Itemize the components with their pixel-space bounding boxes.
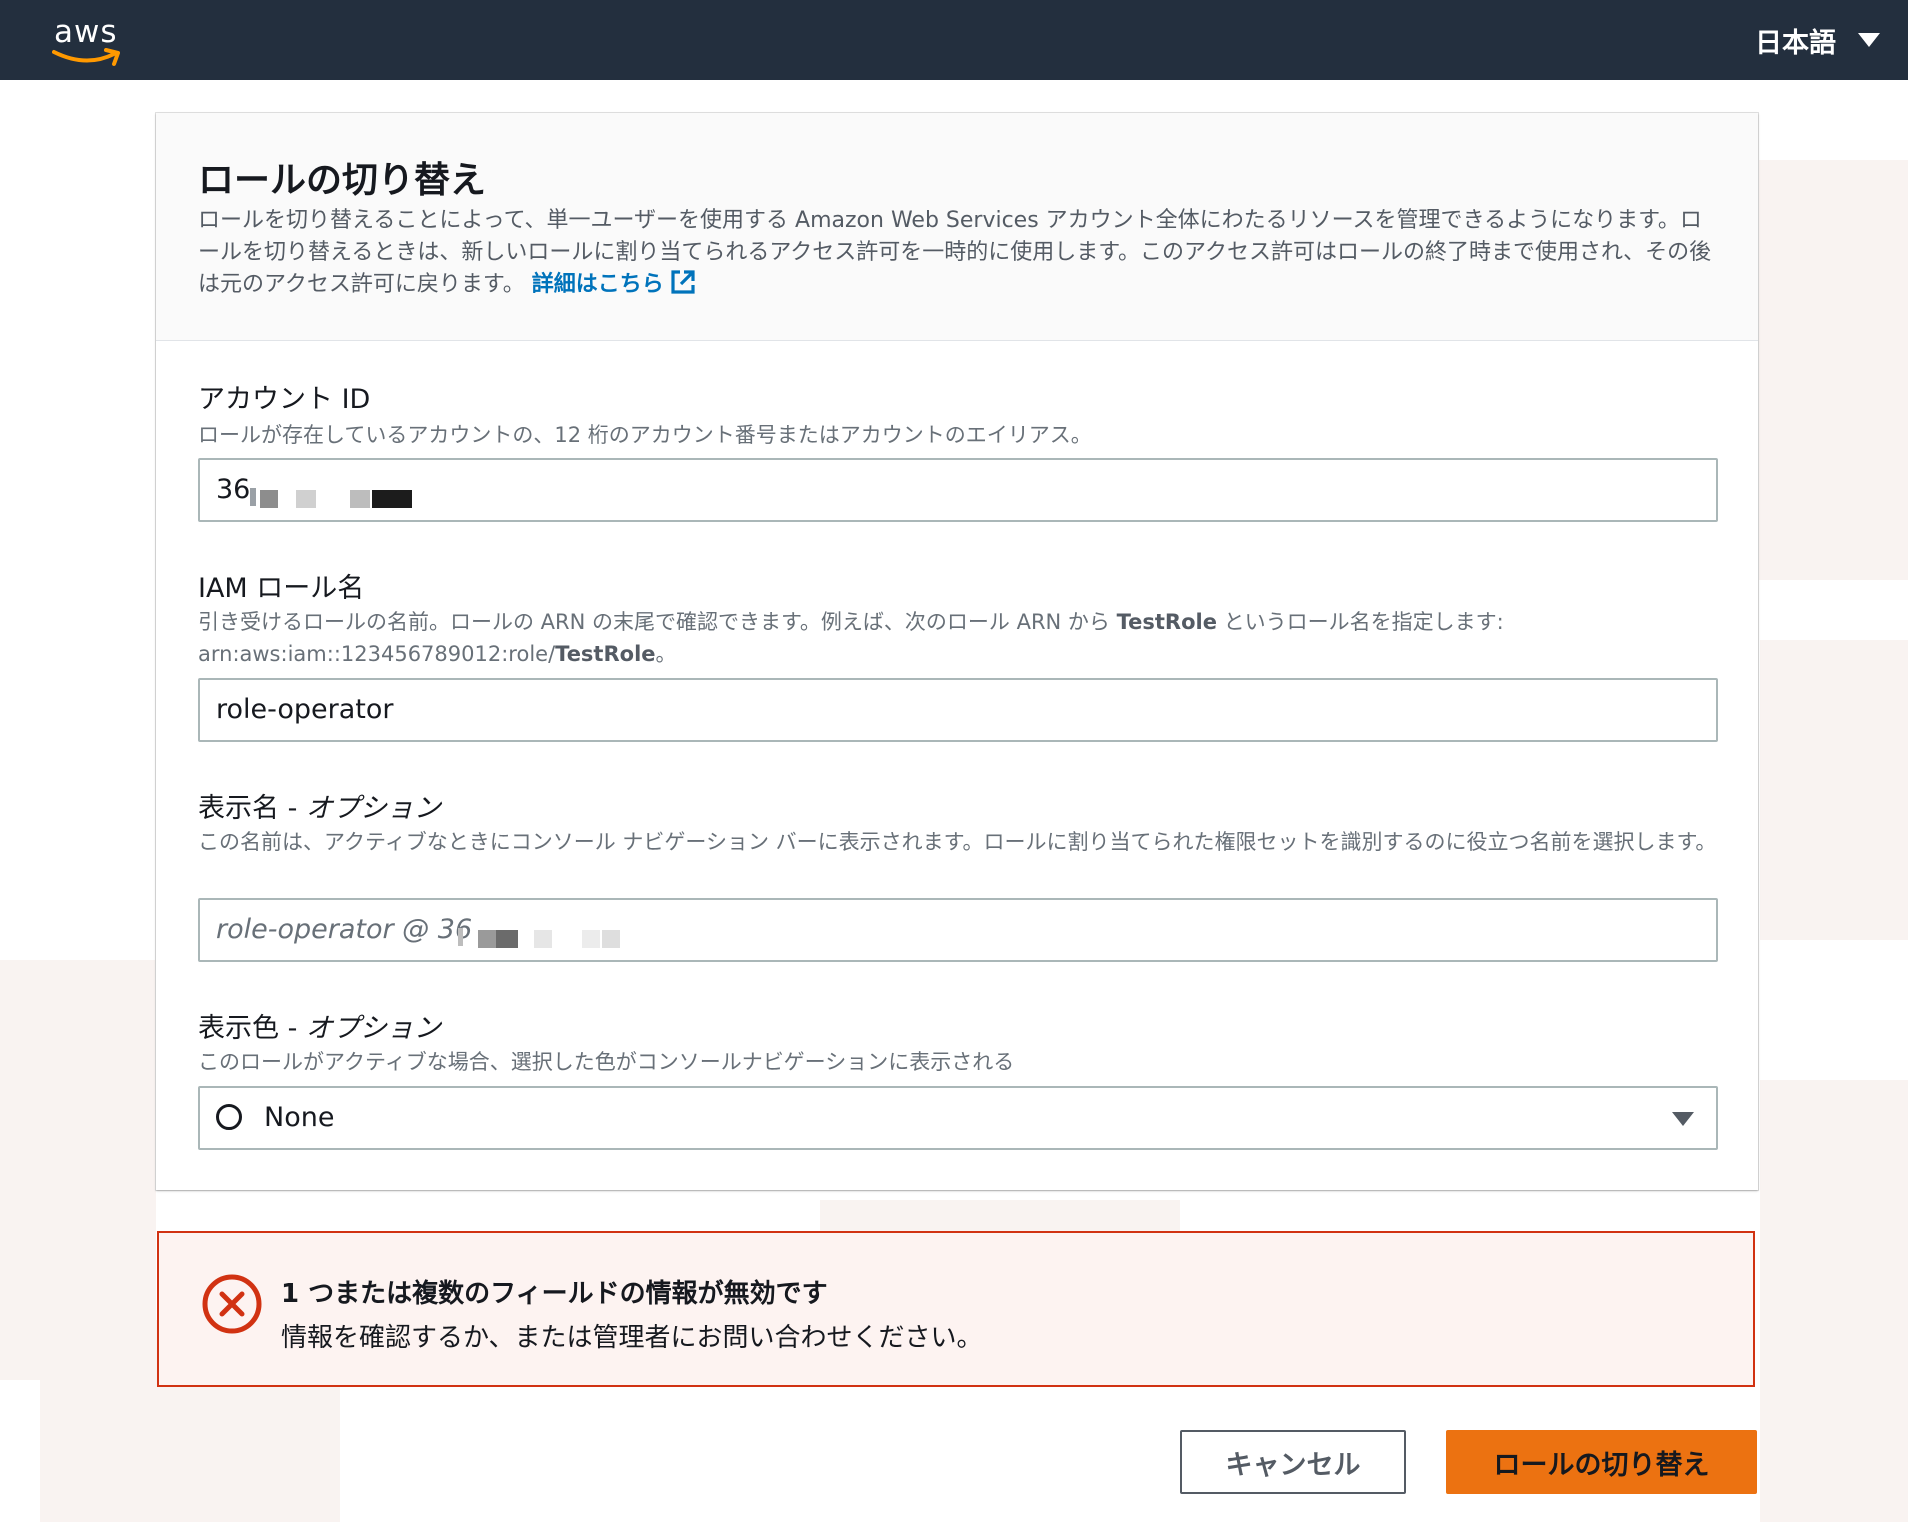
language-label: 日本語 [1755,27,1836,59]
display-color-label: 表示色 - オプション [198,1006,441,1045]
account-id-label: アカウント ID [198,384,371,415]
display-name-optional: オプション [305,793,441,824]
role-desc-example2: TestRole [555,642,656,666]
iam-role-name-value: role-operator [216,694,394,725]
redacted-mask [296,490,316,508]
switch-role-card: ロールの切り替え ロールを切り替えることによって、単一ユーザーを使用する Ama… [156,113,1758,1190]
external-link-icon [671,270,695,294]
language-selector[interactable]: 日本語 [1755,18,1880,62]
redacted-mask [260,490,278,508]
display-name-description: この名前は、アクティブなときにコンソール ナビゲーション バーに表示されます。ロ… [198,830,1717,854]
aws-logo-text: aws [54,14,118,50]
display-name-placeholder: role-operator @ 36 [216,914,473,945]
aws-smile-icon [52,48,120,66]
redacted-mask [582,930,600,948]
cancel-button[interactable]: キャンセル [1180,1430,1406,1494]
display-name-input[interactable]: role-operator @ 36 [198,898,1718,962]
account-id-value: 36 [216,474,251,505]
learn-more-label: 詳細はこちら [531,272,664,297]
iam-role-name-input[interactable]: role-operator [198,678,1718,742]
display-color-description: このロールがアクティブな場合、選択した色がコンソールナビゲーションに表示される [198,1050,1015,1074]
switch-role-button[interactable]: ロールの切り替え [1446,1430,1757,1494]
account-id-input[interactable]: 36 [198,458,1718,522]
color-swatch-icon [216,1104,242,1130]
iam-role-name-description: 引き受けるロールの名前。ロールの ARN の末尾で確認できます。例えば、次のロー… [198,606,1718,670]
redacted-mask [496,930,518,948]
page-description: ロールを切り替えることによって、単一ユーザーを使用する Amazon Web S… [198,205,1718,301]
error-message: 情報を確認するか、または管理者にお問い合わせください。 [281,1323,983,1353]
redacted-mask [478,930,496,948]
display-name-label-text: 表示名 - [198,793,306,824]
role-desc-part1: 引き受けるロールの名前。ロールの ARN の末尾で確認できます。例えば、次のロー… [198,610,1117,634]
iam-role-name-label: IAM ロール名 [198,573,365,604]
error-title: 1 つまたは複数のフィールドの情報が無効です [281,1279,828,1309]
redacted-mask [534,930,552,948]
error-alert: 1 つまたは複数のフィールドの情報が無効です 情報を確認するか、または管理者にお… [157,1231,1755,1387]
role-desc-part3: 。 [655,642,677,666]
redacted-mask [250,488,256,506]
display-color-label-text: 表示色 - [198,1013,306,1044]
page-description-text: ロールを切り替えることによって、単一ユーザーを使用する Amazon Web S… [198,208,1712,297]
display-color-optional: オプション [305,1013,441,1044]
role-desc-example1: TestRole [1116,610,1217,634]
redacted-mask [458,928,463,946]
display-color-selected: None [264,1102,335,1133]
display-color-select[interactable]: None [198,1086,1718,1150]
redacted-mask [372,490,412,508]
caret-down-icon [1672,1112,1694,1126]
caret-down-icon [1858,33,1880,47]
aws-logo[interactable]: aws [52,14,126,66]
page-title: ロールの切り替え [198,160,487,201]
error-icon [202,1274,262,1334]
display-name-label: 表示名 - オプション [198,786,441,825]
card-header: ロールの切り替え ロールを切り替えることによって、単一ユーザーを使用する Ama… [156,113,1758,341]
redacted-mask [350,490,370,508]
top-navigation-bar: aws 日本語 [0,0,1908,80]
account-id-description: ロールが存在しているアカウントの、12 桁のアカウント番号またはアカウントのエイ… [198,423,1092,447]
learn-more-link[interactable]: 詳細はこちら [531,270,696,297]
redacted-mask [602,930,620,948]
